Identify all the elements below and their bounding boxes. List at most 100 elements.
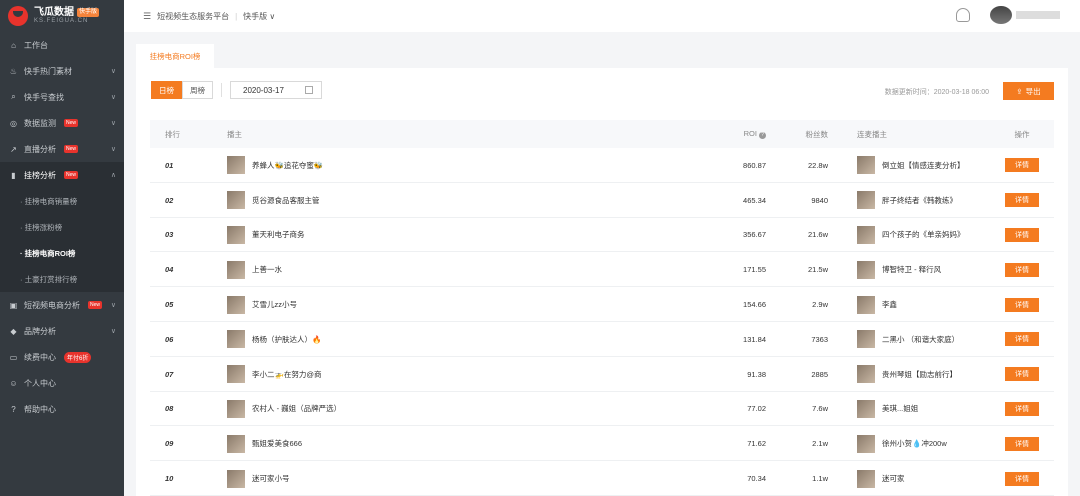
linked-host-name[interactable]: 贵州琴姐【励志前行】 [882,369,957,380]
host-name[interactable]: 董天利电子商务 [252,229,305,240]
sidebar-subitem-tipping-rank[interactable]: · 土豪打赏排行榜 [0,266,124,292]
sidebar-item-rank-analysis[interactable]: ▮ 挂榜分析 New ∧ [0,162,124,188]
avatar[interactable] [990,6,1012,24]
host-cell[interactable]: 农村人 - 巍姐（品牌严选） [227,392,341,427]
linked-host-avatar[interactable] [857,225,875,244]
host-cell[interactable]: 李小二🚁在努力@商 [227,357,321,392]
linked-host-name[interactable]: 四个孩子的《单亲妈妈》 [882,229,965,240]
detail-button[interactable]: 详情 [1005,367,1039,382]
sidebar-item-renewal[interactable]: ▭ 续费中心 年付6折 [0,344,124,370]
detail-button[interactable]: 详情 [1005,401,1039,416]
sidebar-subitem-roi-rank[interactable]: · 挂榜电商ROI榜 [0,240,124,266]
linked-host-avatar[interactable] [857,399,875,418]
linked-host-name[interactable]: 博智特卫 - 释行风 [882,264,941,275]
host-name[interactable]: 甄姐爱美食666 [252,438,302,449]
host-name[interactable]: 艾雪儿zz小号 [252,299,297,310]
linked-host-name[interactable]: 二黑小 （和谐大家庭） [882,334,959,345]
linked-host-avatar[interactable] [857,156,875,175]
host-avatar[interactable] [227,225,245,244]
day-rank-button[interactable]: 日榜 [151,81,182,99]
linked-host-cell[interactable]: 李鑫 [857,287,897,322]
host-cell[interactable]: 杨杨（护肤达人）🔥 [227,322,321,357]
linked-host-cell[interactable]: 迷可家 [857,461,905,496]
linked-host-avatar[interactable] [857,330,875,349]
sidebar-subitem-sales-rank[interactable]: · 挂榜电商销量榜 [0,188,124,214]
host-name[interactable]: 杨杨（护肤达人）🔥 [252,334,321,345]
host-avatar[interactable] [227,399,245,418]
linked-host-name[interactable]: 倒立姐【情感连麦分析】 [882,160,965,171]
linked-host-name[interactable]: 李鑫 [882,299,897,310]
linked-host-name[interactable]: 徐州小贺💧冲200w [882,438,947,449]
sidebar-item-account-search[interactable]: ⌕ 快手号查找 ∨ [0,84,124,110]
date-picker[interactable]: 2020-03-17 [230,81,322,99]
linked-host-avatar[interactable] [857,365,875,384]
version-switcher[interactable]: 快手版 ∨ [243,11,275,22]
host-cell[interactable]: 甄姐爱美食666 [227,426,302,461]
linked-host-cell[interactable]: 博智特卫 - 释行风 [857,252,941,287]
host-cell[interactable]: 养蜂人🐝追花夺蜜🐝 [227,148,323,183]
host-name[interactable]: 觅谷源食品客服主管 [252,195,320,206]
linked-host-avatar[interactable] [857,260,875,279]
sidebar-item-profile[interactable]: ☺ 个人中心 [0,370,124,396]
host-avatar[interactable] [227,295,245,314]
linked-host-avatar[interactable] [857,434,875,453]
host-name[interactable]: 迷可家小号 [252,473,290,484]
host-avatar[interactable] [227,469,245,488]
linked-host-cell[interactable]: 四个孩子的《单亲妈妈》 [857,218,965,253]
linked-host-name[interactable]: 胖子终结者《韩教练》 [882,195,957,206]
operation-cell: 详情 [1004,392,1040,427]
linked-host-cell[interactable]: 徐州小贺💧冲200w [857,426,947,461]
linked-host-cell[interactable]: 二黑小 （和谐大家庭） [857,322,959,357]
breadcrumb-platform[interactable]: 短视频生态服务平台 [157,11,229,22]
host-avatar[interactable] [227,156,245,175]
linked-host-avatar[interactable] [857,295,875,314]
detail-button[interactable]: 详情 [1005,158,1039,173]
sidebar-item-live-analysis[interactable]: ↗ 直播分析 New ∨ [0,136,124,162]
host-avatar[interactable] [227,191,245,210]
host-avatar[interactable] [227,260,245,279]
host-name[interactable]: 上善一水 [252,264,282,275]
sidebar-subitem-fans-rank[interactable]: · 挂榜涨粉榜 [0,214,124,240]
linked-host-name[interactable]: 美琪...姐姐 [882,403,918,414]
host-avatar[interactable] [227,365,245,384]
detail-button[interactable]: 详情 [1005,193,1039,208]
host-cell[interactable]: 迷可家小号 [227,461,290,496]
header-roi[interactable]: ROI ? [710,129,766,139]
detail-button[interactable]: 详情 [1005,262,1039,277]
sidebar-item-workbench[interactable]: ⌂ 工作台 [0,32,124,58]
username-blurred[interactable] [1016,11,1060,19]
logo[interactable]: 飞瓜数据 快手版 KS.FEIGUA.CN [0,0,124,32]
host-avatar[interactable] [227,330,245,349]
detail-button[interactable]: 详情 [1005,332,1039,347]
host-name[interactable]: 李小二🚁在努力@商 [252,369,321,380]
linked-host-cell[interactable]: 美琪...姐姐 [857,392,918,427]
sidebar-item-video-ecommerce[interactable]: ▣ 短视频电商分析 New ∨ [0,292,124,318]
sidebar-item-hot-material[interactable]: ♨ 快手热门素材 ∨ [0,58,124,84]
linked-host-cell[interactable]: 胖子终结者《韩教练》 [857,183,957,218]
host-name[interactable]: 养蜂人🐝追花夺蜜🐝 [252,160,323,171]
export-button[interactable]: ⇪ 导出 [1003,82,1054,100]
host-cell[interactable]: 上善一水 [227,252,282,287]
host-avatar[interactable] [227,434,245,453]
linked-host-name[interactable]: 迷可家 [882,473,905,484]
headset-icon[interactable] [956,8,970,22]
host-cell[interactable]: 艾雪儿zz小号 [227,287,297,322]
host-cell[interactable]: 觅谷源食品客服主管 [227,183,320,218]
linked-host-avatar[interactable] [857,191,875,210]
tab-roi-rank[interactable]: 挂榜电商ROI榜 [136,44,214,68]
detail-button[interactable]: 详情 [1005,436,1039,451]
linked-host-cell[interactable]: 贵州琴姐【励志前行】 [857,357,957,392]
detail-button[interactable]: 详情 [1005,227,1039,242]
host-name[interactable]: 农村人 - 巍姐（品牌严选） [252,403,341,414]
host-cell[interactable]: 董天利电子商务 [227,218,305,253]
menu-icon[interactable]: ☰ [143,11,151,22]
sidebar-item-brand[interactable]: ◆ 品牌分析 ∨ [0,318,124,344]
detail-button[interactable]: 详情 [1005,297,1039,312]
week-rank-button[interactable]: 周榜 [182,81,213,99]
sidebar-item-help[interactable]: ? 帮助中心 [0,396,124,422]
sidebar-item-monitor[interactable]: ◎ 数据监测 New ∨ [0,110,124,136]
linked-host-avatar[interactable] [857,469,875,488]
linked-host-cell[interactable]: 倒立姐【情感连麦分析】 [857,148,965,183]
info-icon[interactable]: ? [759,132,766,139]
detail-button[interactable]: 详情 [1005,471,1039,486]
